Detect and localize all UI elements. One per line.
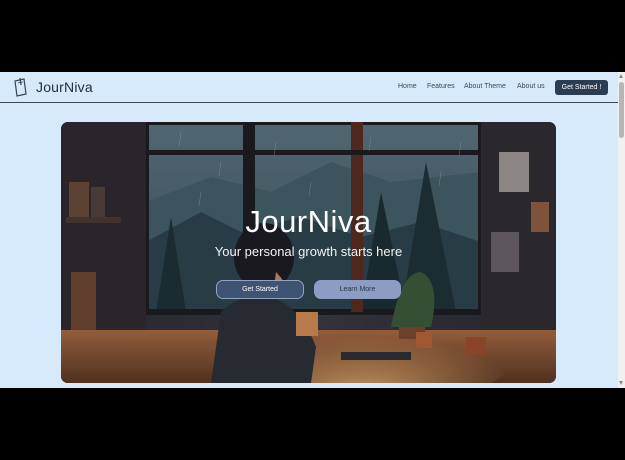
hero-subtitle: Your personal growth starts here (214, 244, 403, 259)
hero-banner: JourNiva Your personal growth starts her… (61, 122, 556, 383)
learn-more-button[interactable]: Learn More (314, 280, 401, 299)
browser-viewport: JourNiva Home Features About Theme About… (0, 72, 625, 388)
nav-link-about-theme[interactable]: About Theme (464, 83, 506, 90)
navbar: JourNiva Home Features About Theme About… (0, 72, 618, 103)
nav-link-about-us[interactable]: About us (517, 83, 545, 90)
scroll-down-arrow-icon[interactable] (619, 381, 623, 385)
journal-icon[interactable] (12, 77, 28, 97)
scroll-up-arrow-icon[interactable] (619, 74, 623, 78)
get-started-button[interactable]: Get Started (216, 280, 304, 299)
scrollbar[interactable] (618, 72, 625, 388)
nav-get-started-button[interactable]: Get Started ! (555, 80, 608, 95)
nav-link-home[interactable]: Home (398, 83, 417, 90)
nav-link-features[interactable]: Features (427, 83, 455, 90)
brand-name[interactable]: JourNiva (36, 79, 93, 95)
hero-title: JourNiva (245, 204, 372, 239)
scrollbar-thumb[interactable] (619, 82, 624, 138)
